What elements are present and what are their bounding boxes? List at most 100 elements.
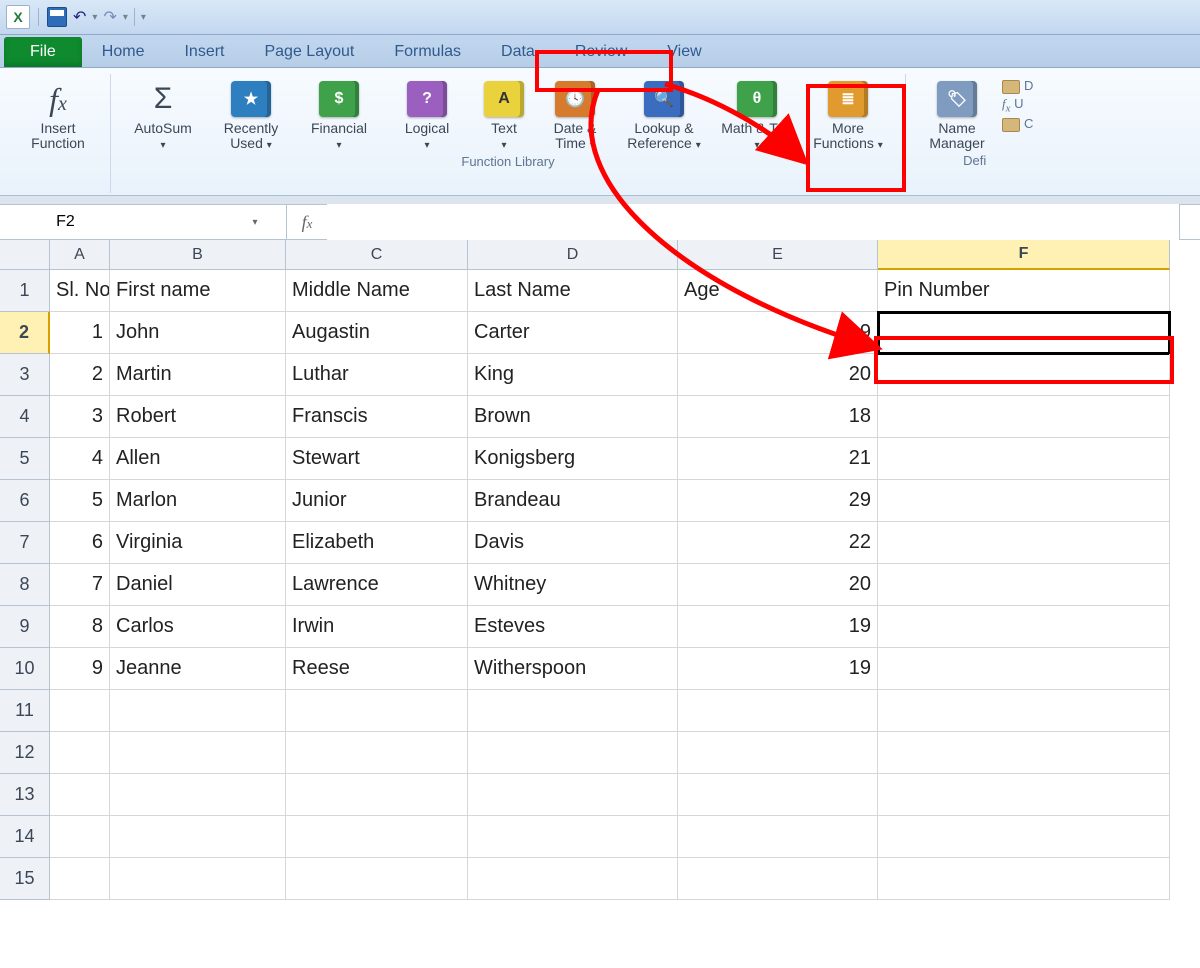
cell-F8[interactable] [878,564,1170,606]
cell-A8[interactable]: 7 [50,564,110,606]
cell-C8[interactable]: Lawrence [286,564,468,606]
cell-B5[interactable]: Allen [110,438,286,480]
cell-E12[interactable] [678,732,878,774]
row-header-8[interactable]: 8 [0,564,50,606]
financial-button[interactable]: $ Financial▾ [297,74,381,152]
more-functions-button[interactable]: ≣ More Functions ▾ [801,74,895,152]
cell-B8[interactable]: Daniel [110,564,286,606]
cell-A9[interactable]: 8 [50,606,110,648]
cell-E2[interactable]: 19 [678,312,878,354]
cell-C6[interactable]: Junior [286,480,468,522]
cell-B2[interactable]: John [110,312,286,354]
cell-D2[interactable]: Carter [468,312,678,354]
cell-F1[interactable]: Pin Number [878,270,1170,312]
cell-A1[interactable]: Sl. No. [50,270,110,312]
redo-dropdown-icon[interactable]: ▾ [123,12,128,23]
cell-B3[interactable]: Martin [110,354,286,396]
logical-button[interactable]: ? Logical▾ [385,74,469,152]
row-header-3[interactable]: 3 [0,354,50,396]
cell-C14[interactable] [286,816,468,858]
excel-app-icon[interactable]: X [6,5,30,29]
cell-D10[interactable]: Witherspoon [468,648,678,690]
cell-A6[interactable]: 5 [50,480,110,522]
select-all-corner[interactable] [0,240,50,270]
worksheet-grid[interactable]: ABCDEF123456789101112131415Sl. No.First … [0,240,1200,940]
cell-E8[interactable]: 20 [678,564,878,606]
cell-D4[interactable]: Brown [468,396,678,438]
fx-icon[interactable]: fx [287,212,327,233]
cell-C9[interactable]: Irwin [286,606,468,648]
tab-insert[interactable]: Insert [164,37,244,67]
cell-D9[interactable]: Esteves [468,606,678,648]
cell-A15[interactable] [50,858,110,900]
column-header-D[interactable]: D [468,240,678,270]
cell-E4[interactable]: 18 [678,396,878,438]
math-trig-button[interactable]: θ Math & Trig ▾ [717,74,797,152]
column-header-C[interactable]: C [286,240,468,270]
row-header-5[interactable]: 5 [0,438,50,480]
recently-used-button[interactable]: ★ Recently Used ▾ [209,74,293,152]
cell-D5[interactable]: Konigsberg [468,438,678,480]
cell-F6[interactable] [878,480,1170,522]
cell-F12[interactable] [878,732,1170,774]
tab-review[interactable]: Review [555,37,647,67]
name-box[interactable]: ▾ [0,205,287,239]
cell-C11[interactable] [286,690,468,732]
row-header-14[interactable]: 14 [0,816,50,858]
row-header-4[interactable]: 4 [0,396,50,438]
tab-formulas[interactable]: Formulas [374,37,481,67]
cell-E10[interactable]: 19 [678,648,878,690]
cell-C15[interactable] [286,858,468,900]
cell-D12[interactable] [468,732,678,774]
column-header-A[interactable]: A [50,240,110,270]
cell-A4[interactable]: 3 [50,396,110,438]
cell-D1[interactable]: Last Name [468,270,678,312]
row-header-12[interactable]: 12 [0,732,50,774]
cell-A10[interactable]: 9 [50,648,110,690]
cell-E6[interactable]: 29 [678,480,878,522]
cell-E3[interactable]: 20 [678,354,878,396]
cell-B15[interactable] [110,858,286,900]
cell-F7[interactable] [878,522,1170,564]
tab-data[interactable]: Data [481,37,555,67]
cell-B12[interactable] [110,732,286,774]
qat-customize-icon[interactable]: ▾ [141,12,146,23]
undo-icon[interactable]: ↶ [73,7,86,27]
cell-C1[interactable]: Middle Name [286,270,468,312]
cell-B1[interactable]: First name [110,270,286,312]
cell-A14[interactable] [50,816,110,858]
row-header-15[interactable]: 15 [0,858,50,900]
cell-E15[interactable] [678,858,878,900]
cell-D15[interactable] [468,858,678,900]
cell-D8[interactable]: Whitney [468,564,678,606]
cell-F15[interactable] [878,858,1170,900]
cell-A11[interactable] [50,690,110,732]
row-header-7[interactable]: 7 [0,522,50,564]
cell-E9[interactable]: 19 [678,606,878,648]
column-header-F[interactable]: F [878,240,1170,270]
undo-dropdown-icon[interactable]: ▾ [92,12,97,23]
cell-B11[interactable] [110,690,286,732]
lookup-reference-button[interactable]: 🔍 Lookup & Reference ▾ [615,74,713,152]
name-manager-button[interactable]: 🏷 Name Manager [916,74,998,151]
create-from-selection-button[interactable]: C [1002,116,1033,132]
tab-file[interactable]: File [4,37,82,67]
autosum-button[interactable]: Σ AutoSum▾ [121,74,205,152]
insert-function-button[interactable]: fx Insert Function [16,74,100,151]
cell-F14[interactable] [878,816,1170,858]
cell-E14[interactable] [678,816,878,858]
cell-F10[interactable] [878,648,1170,690]
cell-C12[interactable] [286,732,468,774]
cell-F4[interactable] [878,396,1170,438]
cell-F3[interactable] [878,354,1170,396]
cell-B7[interactable]: Virginia [110,522,286,564]
cell-C5[interactable]: Stewart [286,438,468,480]
use-in-formula-button[interactable]: fx U [1002,96,1023,115]
text-button[interactable]: A Text▾ [473,74,535,152]
cell-D14[interactable] [468,816,678,858]
cell-A3[interactable]: 2 [50,354,110,396]
tab-home[interactable]: Home [82,37,165,67]
row-header-9[interactable]: 9 [0,606,50,648]
cell-B14[interactable] [110,816,286,858]
row-header-6[interactable]: 6 [0,480,50,522]
